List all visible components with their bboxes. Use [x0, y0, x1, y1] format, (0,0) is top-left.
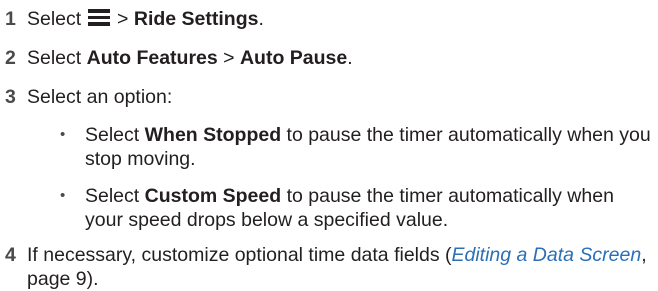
select-word: Select — [27, 8, 82, 30]
select-word: Select — [85, 185, 140, 207]
select-word: Select — [27, 47, 82, 69]
when-stopped-label: When Stopped — [144, 124, 282, 146]
step-text: Select Auto Features > Auto Pause. — [27, 46, 353, 70]
bullet-dot: • — [60, 126, 66, 143]
step-text: If necessary, customize optional time da… — [27, 243, 655, 291]
separator: > — [117, 8, 129, 30]
auto-pause-label: Auto Pause — [239, 47, 348, 69]
step-text-before: If necessary, customize optional time da… — [27, 244, 452, 266]
custom-speed-label: Custom Speed — [144, 185, 282, 207]
step-text: Select > Ride Settings. — [27, 7, 264, 31]
menu-icon — [87, 9, 110, 26]
auto-features-label: Auto Features — [86, 47, 218, 69]
instruction-document: 1 Select > Ride Settings. 2 Select Auto … — [0, 0, 658, 290]
bullet-text: Select Custom Speed to pause the timer a… — [85, 184, 653, 232]
ride-settings-label: Ride Settings — [133, 8, 259, 30]
separator: > — [223, 47, 235, 69]
step-number: 1 — [5, 8, 16, 30]
period: . — [258, 8, 264, 30]
bullet-dot: • — [60, 187, 66, 204]
step-number: 4 — [5, 244, 16, 266]
step-text: Select an option: — [27, 86, 173, 108]
select-word: Select — [85, 124, 140, 146]
editing-data-screen-link[interactable]: Editing a Data Screen — [452, 244, 642, 266]
bullet-text: Select When Stopped to pause the timer a… — [85, 123, 653, 171]
step-number: 2 — [5, 47, 16, 69]
period: . — [347, 47, 353, 69]
step-number: 3 — [5, 86, 16, 108]
